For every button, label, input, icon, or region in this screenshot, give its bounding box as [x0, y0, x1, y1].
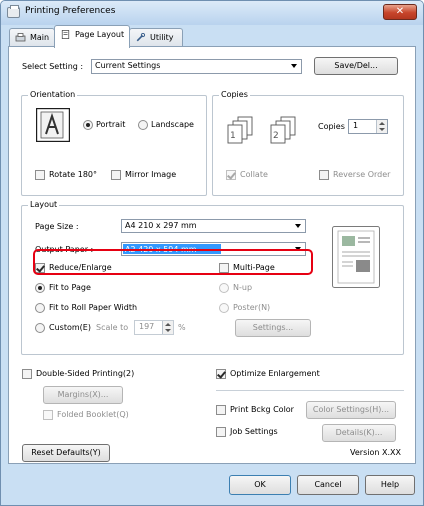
collate-label: Collate: [240, 170, 268, 179]
rotate-180-label: Rotate 180°: [49, 170, 98, 179]
poster-label: Poster(N): [233, 303, 271, 312]
printing-preferences-window: Printing Preferences ✕ Main Page Layout …: [0, 0, 424, 506]
copies-stepper[interactable]: 1: [348, 119, 388, 134]
job-settings-checkbox[interactable]: [216, 427, 226, 437]
fit-roll-paper-label: Fit to Roll Paper Width: [49, 303, 138, 312]
tab-main[interactable]: Main: [9, 28, 55, 47]
job-settings-label: Job Settings: [230, 427, 278, 436]
fit-roll-paper-radio[interactable]: [35, 303, 45, 313]
svg-text:2: 2: [273, 131, 279, 141]
color-settings-button[interactable]: Color Settings(H)...: [306, 401, 396, 419]
page-size-label: Page Size :: [35, 222, 79, 231]
ok-button[interactable]: OK: [229, 475, 291, 495]
title-bar[interactable]: Printing Preferences ✕: [1, 1, 423, 25]
fit-to-page-label: Fit to Page: [49, 283, 91, 292]
layout-group: Layout Page Size : A4 210 x 297 mm Outpu…: [21, 200, 404, 355]
collate-checkbox[interactable]: [226, 170, 236, 180]
printer-icon: [7, 5, 20, 18]
print-bkg-color-label: Print Bckg Color: [230, 405, 294, 414]
cancel-button[interactable]: Cancel: [297, 475, 359, 495]
scale-to-label: Scale to: [96, 323, 129, 332]
select-setting-dropdown[interactable]: Current Settings: [91, 59, 302, 74]
tab-page-layout[interactable]: Page Layout: [54, 25, 130, 48]
custom-label: Custom(E): [49, 323, 91, 332]
margins-button[interactable]: Margins(X)...: [43, 386, 123, 404]
collated-copies-icon: 1: [227, 116, 253, 144]
custom-radio[interactable]: [35, 323, 45, 333]
reverse-order-checkbox[interactable]: [319, 170, 329, 180]
rotate-180-checkbox[interactable]: [35, 170, 45, 180]
reverse-order-label: Reverse Order: [333, 170, 391, 179]
percent-label: %: [178, 323, 186, 332]
page-layout-icon: [61, 30, 70, 39]
optimize-enlargement-label: Optimize Enlargement: [230, 369, 320, 378]
folded-booklet-checkbox[interactable]: [43, 410, 53, 420]
optimize-enlargement-checkbox[interactable]: [216, 369, 226, 379]
tab-main-label: Main: [30, 33, 50, 42]
details-button[interactable]: Details(K)...: [322, 424, 396, 442]
settings-button[interactable]: Settings...: [235, 319, 311, 337]
scale-stepper[interactable]: 197: [134, 320, 174, 335]
orientation-group-title: Orientation: [28, 90, 78, 99]
chevron-down-icon: [291, 64, 297, 68]
window-title: Printing Preferences: [25, 6, 116, 16]
scale-value: 197: [139, 322, 155, 331]
close-button[interactable]: ✕: [383, 4, 417, 20]
fit-to-page-radio[interactable]: [35, 283, 45, 293]
tab-utility[interactable]: Utility: [129, 28, 183, 47]
select-setting-value: Current Settings: [95, 61, 161, 70]
save-del-button[interactable]: Save/Del...: [314, 57, 398, 75]
select-setting-label: Select Setting :: [22, 62, 84, 71]
layout-group-title: Layout: [28, 200, 60, 209]
poster-radio[interactable]: [219, 303, 229, 313]
landscape-label: Landscape: [151, 120, 194, 129]
divider: [216, 390, 404, 391]
mirror-image-checkbox[interactable]: [111, 170, 121, 180]
folded-booklet-label: Folded Booklet(Q): [57, 410, 129, 419]
n-up-label: N-up: [233, 283, 253, 292]
output-paper-highlight: [33, 249, 313, 275]
double-sided-label: Double-Sided Printing(2): [36, 369, 135, 378]
portrait-label: Portrait: [96, 120, 126, 129]
svg-text:1: 1: [230, 131, 236, 141]
page-size-value: A4 210 x 297 mm: [125, 221, 197, 230]
mirror-image-label: Mirror Image: [125, 170, 177, 179]
paper-preview-icon: [332, 226, 380, 288]
spin-arrows-icon[interactable]: [162, 321, 173, 334]
tab-utility-label: Utility: [150, 33, 174, 42]
double-sided-checkbox[interactable]: [22, 369, 32, 379]
n-up-radio[interactable]: [219, 283, 229, 293]
spin-arrows-icon[interactable]: [376, 120, 387, 133]
version-text: Version X.XX: [350, 448, 401, 457]
orientation-group: Orientation Portrait Landscape Rotate 18…: [21, 90, 207, 196]
printer-icon: [15, 33, 26, 42]
uncollated-copies-icon: 2: [270, 116, 296, 144]
tab-page-layout-label: Page Layout: [75, 30, 125, 39]
reset-defaults-button[interactable]: Reset Defaults(Y): [22, 444, 110, 462]
copies-label: Copies :: [318, 122, 351, 131]
chevron-down-icon: [295, 224, 301, 228]
help-button[interactable]: Help: [365, 475, 415, 495]
print-bkg-color-checkbox[interactable]: [216, 405, 226, 415]
portrait-radio[interactable]: [83, 120, 93, 130]
portrait-page-icon: [36, 108, 70, 142]
page-size-dropdown[interactable]: A4 210 x 297 mm: [121, 219, 306, 233]
landscape-radio[interactable]: [138, 120, 148, 130]
copies-group-title: Copies: [219, 90, 250, 99]
copies-group: Copies 1 2 Copies : 1 Collate Reverse Or…: [212, 90, 404, 196]
utility-icon: [136, 33, 146, 42]
copies-value: 1: [353, 121, 359, 130]
